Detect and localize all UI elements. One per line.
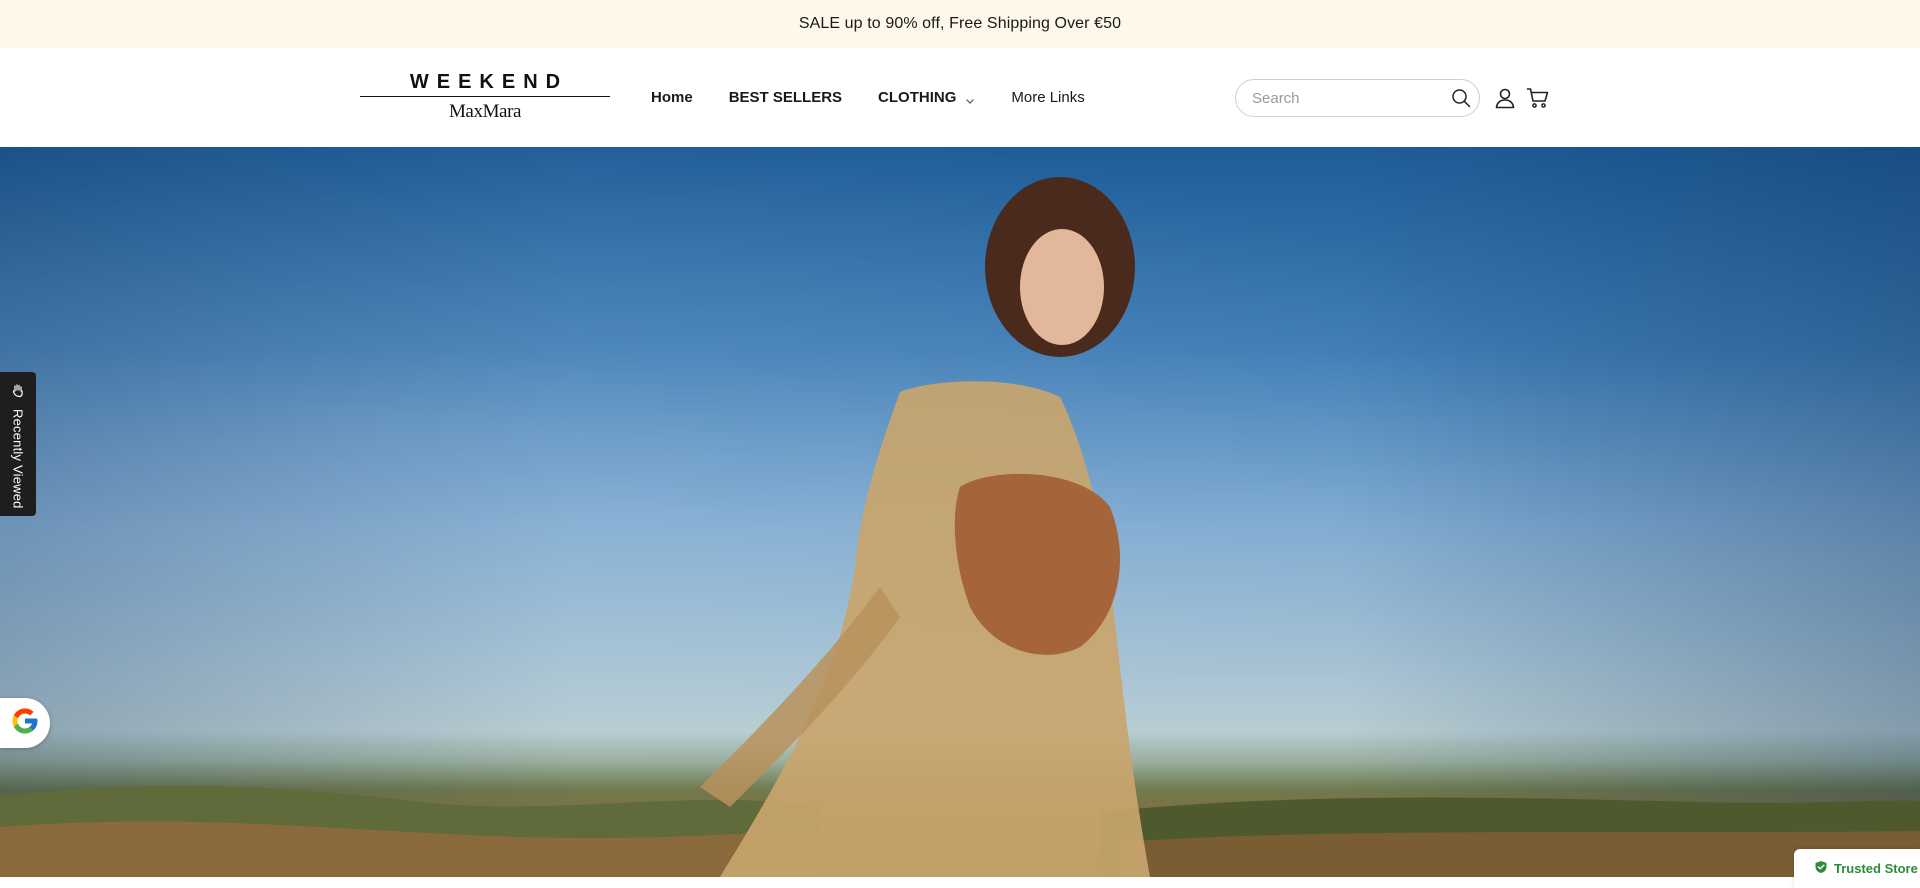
recently-viewed-label: Recently Viewed (10, 409, 26, 509)
nav-item-label: Home (651, 89, 693, 106)
search-input[interactable] (1252, 89, 1451, 107)
nav-item-clothing[interactable]: CLOTHING (878, 89, 975, 106)
nav-item-more-links[interactable]: More Links (1011, 89, 1084, 106)
shield-check-icon (1814, 860, 1828, 877)
logo-wordmark-bottom: MaxMara (448, 101, 522, 122)
nav-item-label: BEST SELLERS (728, 89, 843, 106)
announcement-bar: SALE up to 90% off, Free Shipping Over €… (0, 0, 1920, 48)
trusted-store-label: Trusted Store (1834, 861, 1918, 876)
hero-banner[interactable] (0, 147, 1920, 877)
google-reviews-badge[interactable] (0, 698, 50, 748)
logo-divider (360, 96, 610, 97)
trusted-store-badge[interactable]: Trusted Store (1794, 849, 1920, 888)
recently-viewed-tab[interactable]: Recently Viewed (0, 372, 36, 516)
site-header: WEEKEND MaxMara Home BEST SELLERS CLOTHI… (0, 48, 1920, 147)
announcement-text: SALE up to 90% off, Free Shipping Over €… (798, 15, 1122, 32)
logo-wordmark-top: WEEKEND (409, 71, 569, 93)
nav-item-home[interactable]: Home (651, 89, 693, 106)
nav-item-label: CLOTHING (878, 89, 957, 106)
account-icon[interactable] (1491, 84, 1519, 112)
nav-item-best-sellers[interactable]: BEST SELLERS (729, 89, 842, 106)
brand-logo[interactable]: WEEKEND MaxMara (360, 70, 610, 124)
search-icon[interactable] (1451, 87, 1471, 109)
search-box (1235, 79, 1480, 117)
nav-item-label: More Links (1011, 89, 1085, 106)
chevron-down-icon (965, 93, 975, 104)
google-icon (10, 706, 40, 741)
cart-icon[interactable] (1524, 84, 1552, 112)
main-nav: Home BEST SELLERS CLOTHING More Links (651, 48, 1121, 147)
hero-model-figure (700, 177, 1150, 877)
hand-icon (10, 382, 26, 403)
